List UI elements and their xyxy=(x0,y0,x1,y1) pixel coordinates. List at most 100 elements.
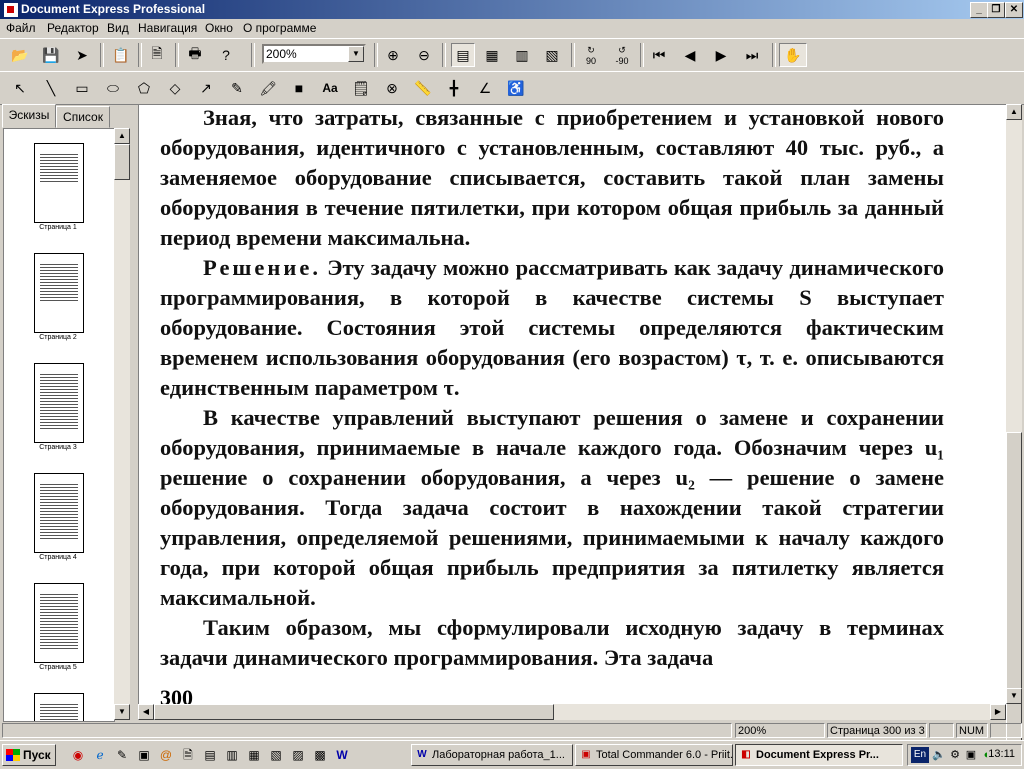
quicklaunch-icon[interactable]: ▦ xyxy=(246,747,262,763)
ie-icon[interactable]: ℯ xyxy=(92,747,108,763)
help-icon[interactable]: ? xyxy=(215,44,237,66)
note-icon[interactable]: 🗒 xyxy=(350,77,372,99)
open-icon[interactable]: 📂 xyxy=(9,44,31,66)
volume-icon[interactable]: 🔈 xyxy=(932,748,946,762)
language-indicator[interactable]: En xyxy=(911,747,929,763)
fit-width-icon[interactable]: ▥ xyxy=(511,44,533,66)
print-icon[interactable]: 🖶 xyxy=(184,44,206,66)
task-total-commander[interactable]: ▣ Total Commander 6.0 - Priit... xyxy=(575,744,733,766)
scroll-down-icon[interactable]: ▼ xyxy=(114,704,130,720)
figure-icon[interactable]: ♿ xyxy=(505,77,527,99)
ruler-icon[interactable]: 📏 xyxy=(412,77,434,99)
status-empty xyxy=(929,723,954,738)
scroll-left-icon[interactable]: ◀ xyxy=(138,704,154,720)
separator xyxy=(571,43,575,67)
window-title: Document Express Professional xyxy=(21,2,206,16)
zoom-input[interactable] xyxy=(264,46,348,62)
task-document-express[interactable]: ◧ Document Express Pr... xyxy=(735,744,903,766)
export-icon[interactable]: ➤ xyxy=(71,44,93,66)
scroll-thumb[interactable] xyxy=(154,704,554,720)
task-lab-work[interactable]: W Лабораторная работа_1... xyxy=(411,744,573,766)
mail-icon[interactable]: @ xyxy=(158,747,174,763)
menu-window[interactable]: Окно xyxy=(205,21,233,35)
thumbnail-panel: Эскизы Список Страница 1 Страница 2 Стра… xyxy=(0,104,136,722)
tab-thumbnails[interactable]: Эскизы xyxy=(2,104,56,128)
scroll-up-icon[interactable]: ▲ xyxy=(1006,104,1022,120)
tray-icon[interactable]: ▣ xyxy=(964,748,978,762)
first-page-icon[interactable]: ⏮ xyxy=(648,44,670,66)
filled-rect-icon[interactable]: ■ xyxy=(288,77,310,99)
line-icon[interactable]: ╲ xyxy=(40,77,62,99)
stamp-icon[interactable]: ⊗ xyxy=(381,77,403,99)
thumbnail-scrollbar[interactable]: ▲ ▼ xyxy=(114,128,130,720)
arrow-icon[interactable]: ↗ xyxy=(195,77,217,99)
quicklaunch-icon[interactable]: ▥ xyxy=(224,747,240,763)
highlighter-icon[interactable]: 🖍 xyxy=(257,77,279,99)
scroll-thumb[interactable] xyxy=(114,144,130,180)
menu-navigation[interactable]: Навигация xyxy=(138,21,197,35)
rectangle-icon[interactable]: ▭ xyxy=(71,77,93,99)
browser-icon[interactable]: ◉ xyxy=(70,747,86,763)
polygon-icon[interactable]: ◇ xyxy=(164,77,186,99)
thumbnail-label: Страница 5 xyxy=(39,664,77,671)
menu-about[interactable]: О программе xyxy=(243,21,316,35)
zoom-in-icon[interactable]: ⊕ xyxy=(382,44,404,66)
thumbnail-page-3[interactable] xyxy=(34,363,84,443)
polyline-icon[interactable]: ⬠ xyxy=(133,77,155,99)
close-button[interactable]: ✕ xyxy=(1005,2,1023,18)
notepad-icon[interactable]: 🗎 xyxy=(180,747,196,763)
separator xyxy=(251,43,255,67)
next-page-icon[interactable]: ▶ xyxy=(710,44,732,66)
quicklaunch-icon[interactable]: ▨ xyxy=(290,747,306,763)
thumbnail-page-4[interactable] xyxy=(34,473,84,553)
angle-icon[interactable]: ∠ xyxy=(474,77,496,99)
two-pages-icon[interactable]: ▧ xyxy=(541,44,563,66)
thumbnail-label: Страница 3 xyxy=(39,444,77,451)
scroll-right-icon[interactable]: ▶ xyxy=(990,704,1006,720)
thumbnail-page-1[interactable] xyxy=(34,143,84,223)
rotate-ccw-icon[interactable]: ↺ -90 xyxy=(611,44,633,66)
scroll-thumb[interactable] xyxy=(1006,432,1022,752)
text-tool-icon[interactable]: Aa xyxy=(319,77,341,99)
prev-page-icon[interactable]: ◀ xyxy=(679,44,701,66)
word-icon[interactable]: W xyxy=(334,747,350,763)
properties-icon[interactable]: 🗎 xyxy=(146,44,168,66)
ellipse-icon[interactable]: ⬭ xyxy=(102,77,124,99)
copy-icon[interactable]: 📋 xyxy=(110,44,132,66)
thumbnail-page-5[interactable] xyxy=(34,583,84,663)
tray-icon[interactable]: ⚙ xyxy=(948,748,962,762)
fit-page-icon[interactable]: ▦ xyxy=(481,44,503,66)
menu-view[interactable]: Вид xyxy=(107,21,129,35)
tab-list[interactable]: Список xyxy=(56,106,110,128)
separator xyxy=(138,43,142,67)
document-view[interactable]: Зная, что затраты, связанные с приобрете… xyxy=(138,104,1008,706)
start-button[interactable]: Пуск xyxy=(2,744,56,766)
scroll-down-icon[interactable]: ▼ xyxy=(1006,688,1022,704)
thumbnail-page-6[interactable] xyxy=(34,693,84,721)
actual-size-icon[interactable]: ▤ xyxy=(451,43,475,67)
quicklaunch-icon[interactable]: ▣ xyxy=(136,747,152,763)
status-bar: 200% Страница 300 из 3 NUM xyxy=(0,722,1024,740)
last-page-icon[interactable]: ⏭ xyxy=(741,44,763,66)
pointer-icon[interactable]: ↖ xyxy=(9,77,31,99)
document-hscrollbar[interactable]: ◀ ▶ xyxy=(138,704,1006,720)
menu-editor[interactable]: Редактор xyxy=(47,21,99,35)
thumbnail-page-2[interactable] xyxy=(34,253,84,333)
scroll-up-icon[interactable]: ▲ xyxy=(114,128,130,144)
restore-button[interactable]: ❐ xyxy=(987,2,1005,18)
crosshair-icon[interactable]: ╋ xyxy=(443,77,465,99)
document-vscrollbar[interactable]: ▲ ▼ xyxy=(1006,104,1022,752)
rotate-cw-icon[interactable]: ↻ 90 xyxy=(580,44,602,66)
save-icon[interactable]: 💾 xyxy=(40,44,62,66)
quicklaunch-icon[interactable]: ✎ xyxy=(114,747,130,763)
zoom-combobox[interactable]: ▼ xyxy=(262,44,366,64)
quicklaunch-icon[interactable]: ▤ xyxy=(202,747,218,763)
minimize-button[interactable]: _ xyxy=(970,2,988,18)
quicklaunch-icon[interactable]: ▧ xyxy=(268,747,284,763)
pencil-icon[interactable]: ✎ xyxy=(226,77,248,99)
menu-file[interactable]: Файл xyxy=(6,21,36,35)
hand-tool-icon[interactable]: ✋ xyxy=(779,43,807,67)
quicklaunch-icon[interactable]: ▩ xyxy=(312,747,328,763)
chevron-down-icon[interactable]: ▼ xyxy=(348,46,364,62)
zoom-out-icon[interactable]: ⊖ xyxy=(413,44,435,66)
